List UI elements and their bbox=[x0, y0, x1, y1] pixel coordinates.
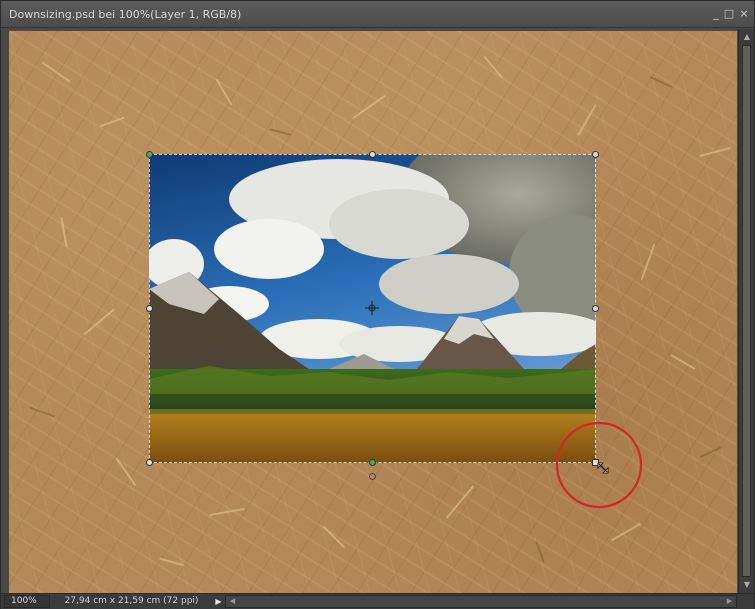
transform-handle-bottom[interactable] bbox=[369, 459, 376, 466]
transform-handle-right[interactable] bbox=[592, 305, 599, 312]
window-title: Downsizing.psd bei 100%(Layer 1, RGB/8) bbox=[9, 8, 242, 21]
texture-fiber bbox=[41, 61, 71, 83]
texture-fiber bbox=[699, 446, 723, 458]
vertical-scroll-thumb[interactable] bbox=[742, 45, 751, 577]
texture-fiber bbox=[115, 457, 137, 487]
maximize-icon[interactable]: □ bbox=[723, 8, 735, 20]
canvas-background-texture[interactable] bbox=[9, 31, 737, 593]
vertical-scrollbar[interactable]: ▲ ▼ bbox=[738, 29, 754, 593]
texture-fiber bbox=[352, 94, 386, 120]
horizontal-scrollbar[interactable]: ◀ ▶ bbox=[225, 595, 737, 608]
texture-fiber bbox=[99, 116, 125, 128]
highlight-circle-annotation bbox=[555, 421, 643, 509]
texture-fiber bbox=[322, 525, 346, 549]
transform-handle-left[interactable] bbox=[146, 305, 153, 312]
texture-fiber bbox=[649, 76, 673, 88]
transform-handle-top[interactable] bbox=[369, 151, 376, 158]
triangle-right-icon[interactable]: ▶ bbox=[213, 596, 224, 607]
transform-handle-top-left[interactable] bbox=[146, 151, 153, 158]
scroll-up-icon[interactable]: ▲ bbox=[742, 32, 752, 42]
texture-fiber bbox=[699, 146, 731, 158]
texture-fiber bbox=[269, 128, 291, 136]
zoom-field[interactable]: 100% bbox=[4, 595, 50, 608]
texture-fiber bbox=[577, 103, 597, 137]
texture-fiber bbox=[445, 485, 475, 519]
scroll-down-icon[interactable]: ▼ bbox=[742, 580, 752, 590]
texture-fiber bbox=[535, 541, 545, 563]
reference-point-icon[interactable] bbox=[365, 301, 379, 315]
document-size-info: 27,94 cm x 21,59 cm (72 ppi) bbox=[64, 596, 199, 606]
scroll-left-icon[interactable]: ◀ bbox=[227, 596, 238, 607]
texture-fiber bbox=[610, 522, 642, 542]
texture-fiber bbox=[209, 507, 245, 517]
rotate-handle[interactable] bbox=[369, 473, 376, 480]
close-icon[interactable]: × bbox=[738, 8, 750, 20]
title-bar[interactable]: Downsizing.psd bei 100%(Layer 1, RGB/8) … bbox=[1, 1, 754, 28]
transform-handle-top-right[interactable] bbox=[592, 151, 599, 158]
document-window: Downsizing.psd bei 100%(Layer 1, RGB/8) … bbox=[0, 0, 755, 609]
texture-fiber bbox=[83, 308, 115, 336]
texture-fiber bbox=[215, 78, 233, 106]
scroll-right-icon[interactable]: ▶ bbox=[724, 596, 735, 607]
status-bar: 100% 27,94 cm x 21,59 cm (72 ppi) ▶ ◀ ▶ bbox=[1, 593, 754, 609]
texture-fiber bbox=[640, 243, 656, 281]
texture-fiber bbox=[60, 217, 68, 247]
minimize-icon[interactable]: _ bbox=[710, 8, 722, 20]
transform-handle-bottom-left[interactable] bbox=[146, 459, 153, 466]
texture-fiber bbox=[670, 354, 696, 370]
texture-fiber bbox=[159, 557, 185, 567]
texture-fiber bbox=[483, 55, 503, 79]
texture-fiber bbox=[29, 406, 55, 418]
